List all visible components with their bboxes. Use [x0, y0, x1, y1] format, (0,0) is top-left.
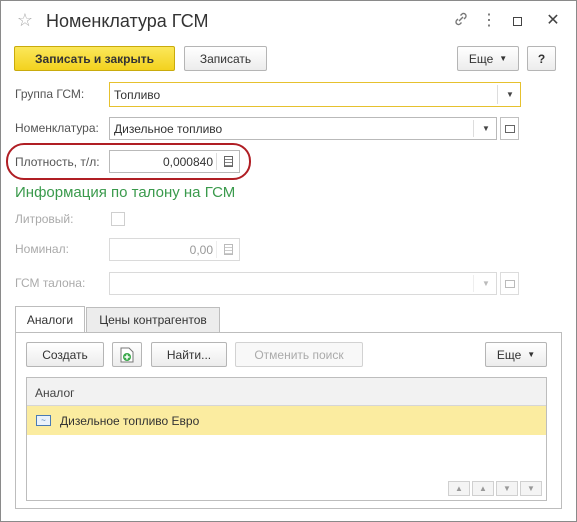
- liter-label: Литровый:: [15, 212, 74, 226]
- cancel-search-button[interactable]: Отменить поиск: [235, 342, 363, 367]
- more-button[interactable]: Еще ▼: [457, 46, 519, 71]
- tab-contractor-prices[interactable]: Цены контрагентов: [86, 307, 220, 332]
- move-last-button[interactable]: ▼: [520, 481, 542, 496]
- open-item-button[interactable]: [500, 117, 519, 140]
- nominal-label: Номинал:: [15, 242, 69, 256]
- more-vertical-icon[interactable]: ⋮: [479, 11, 499, 31]
- group-label: Группа ГСМ:: [15, 87, 85, 101]
- table-more-label: Еще: [496, 347, 522, 362]
- move-up-button[interactable]: ▲: [472, 481, 494, 496]
- favorite-star-icon[interactable]: ☆: [15, 10, 35, 30]
- move-first-button[interactable]: ▲: [448, 481, 470, 496]
- open-item-button[interactable]: [500, 272, 519, 295]
- table-row[interactable]: ~ Дизельное топливо Евро: [27, 406, 546, 435]
- highlight-ellipse: [6, 143, 251, 180]
- coupon-fuel-label: ГСМ талона:: [15, 276, 86, 290]
- nomenclature-field[interactable]: Дизельное топливо ▼: [109, 117, 497, 140]
- group-field[interactable]: Топливо ▼: [109, 82, 521, 107]
- link-icon[interactable]: [451, 11, 471, 31]
- catalog-item-icon: ~: [36, 415, 51, 426]
- save-and-close-button[interactable]: Записать и закрыть: [14, 46, 175, 71]
- chevron-down-icon: ▼: [499, 54, 508, 63]
- close-icon[interactable]: ✕: [543, 11, 563, 31]
- nomenclature-label: Номенклатура:: [15, 121, 99, 135]
- window-title: Номенклатура ГСМ: [46, 11, 209, 31]
- nomenclature-value: Дизельное топливо: [114, 121, 223, 136]
- add-document-button[interactable]: [112, 342, 142, 367]
- nominal-field[interactable]: 0,00: [109, 238, 240, 261]
- row-analog-name: Дизельное топливо Евро: [60, 413, 200, 428]
- coupon-section-title: Информация по талону на ГСМ: [15, 184, 236, 201]
- tab-analogs[interactable]: Аналоги: [15, 306, 85, 333]
- add-document-icon: [120, 347, 134, 362]
- save-button[interactable]: Записать: [184, 46, 267, 71]
- dropdown-arrow-icon[interactable]: ▼: [476, 118, 496, 139]
- analogs-table[interactable]: Аналог ~ Дизельное топливо Евро ▲ ▲ ▼ ▼: [26, 377, 547, 501]
- dialog-window: ☆ Номенклатура ГСМ ⋮ ✕ Записать и закрыт…: [0, 0, 577, 522]
- help-button[interactable]: ?: [527, 46, 556, 71]
- column-header-analog[interactable]: Аналог: [27, 378, 546, 406]
- table-more-button[interactable]: Еще ▼: [485, 342, 547, 367]
- group-value: Топливо: [114, 87, 161, 102]
- create-button[interactable]: Создать: [26, 342, 104, 367]
- dropdown-arrow-icon[interactable]: ▼: [476, 273, 496, 294]
- maximize-icon[interactable]: [513, 17, 522, 26]
- tab-panel: Создать Найти... Отменить поиск Еще ▼ Ан…: [15, 332, 562, 509]
- dropdown-arrow-icon[interactable]: ▼: [500, 83, 520, 106]
- move-down-button[interactable]: ▼: [496, 481, 518, 496]
- open-window-icon: [504, 279, 515, 288]
- more-button-label: Еще: [468, 51, 494, 66]
- liter-checkbox[interactable]: [111, 212, 125, 226]
- calculator-icon: [223, 244, 233, 255]
- coupon-fuel-field[interactable]: ▼: [109, 272, 497, 295]
- open-window-icon: [504, 124, 515, 133]
- calculator-button[interactable]: [217, 239, 239, 260]
- chevron-down-icon: ▼: [527, 350, 536, 359]
- find-button[interactable]: Найти...: [151, 342, 227, 367]
- nominal-value: 0,00: [189, 242, 213, 257]
